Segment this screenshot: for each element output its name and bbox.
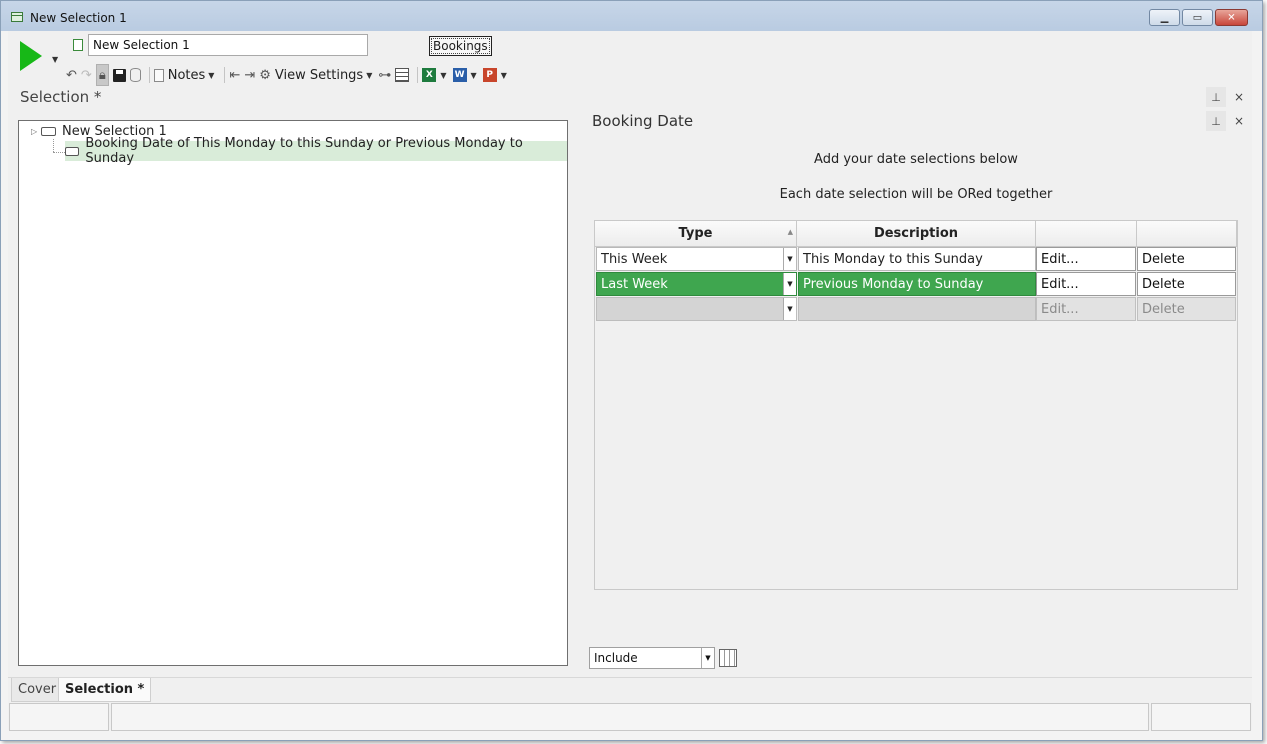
instruction-text: Add your date selections below (814, 152, 1018, 167)
pin-icon[interactable]: ⊥ (1206, 111, 1226, 131)
instruction-text: Each date selection will be ORed togethe… (779, 187, 1053, 202)
close-icon[interactable]: × (1229, 111, 1249, 131)
expand-icon[interactable]: ▷ (31, 127, 41, 136)
type-cell[interactable]: ▼ (596, 297, 797, 321)
redo-icon[interactable]: ↷ (81, 64, 92, 86)
maximize-button[interactable]: ▭ (1182, 9, 1213, 26)
type-dropdown-icon[interactable]: ▼ (783, 248, 796, 270)
close-icon[interactable]: × (1229, 87, 1249, 107)
selection-name-input[interactable] (88, 34, 368, 56)
edit-button[interactable]: Edit... (1036, 272, 1136, 296)
indent-icon[interactable]: ⇥ (244, 64, 255, 86)
booking-date-title: Booking Date (592, 112, 694, 130)
toolbar: ↶ ↷ 🔒︎ Notes ▼ ⇤ ⇥ ⚙ View Settings ▼ ⊶ X… (66, 64, 513, 86)
status-panel (111, 703, 1149, 731)
settings-icon[interactable]: ⚙ (259, 64, 271, 86)
document-icon (73, 39, 83, 51)
word-dropdown-icon[interactable]: ▼ (471, 71, 477, 80)
description-cell (798, 297, 1036, 321)
restore-icon: ▭ (1192, 12, 1203, 23)
column-header-delete[interactable] (1137, 221, 1237, 247)
powerpoint-dropdown-icon[interactable]: ▼ (501, 71, 507, 80)
view-settings-button[interactable]: View Settings (275, 68, 363, 83)
description-cell: Previous Monday to Sunday (798, 272, 1036, 296)
undo-icon[interactable]: ↶ (66, 64, 77, 86)
excel-icon[interactable]: X (422, 64, 437, 86)
tab-selection[interactable]: Selection * (58, 678, 152, 702)
minimize-icon: ▁ (1160, 12, 1169, 23)
window-controls: ▁ ▭ ✕ (1147, 9, 1248, 26)
edit-button[interactable]: Edit... (1036, 247, 1136, 271)
calendar-edit-icon[interactable] (719, 649, 737, 667)
description-cell: This Monday to this Sunday (798, 247, 1036, 271)
grid-icon[interactable] (395, 64, 410, 86)
view-settings-dropdown-icon[interactable]: ▼ (366, 71, 372, 80)
clipboard-icon[interactable] (153, 64, 164, 86)
selection-tree[interactable]: ▷ New Selection 1 Booking Date of This M… (18, 120, 568, 666)
column-header-description[interactable]: Description (797, 221, 1036, 247)
type-dropdown-icon[interactable]: ▼ (783, 298, 796, 320)
app-window: New Selection 1 ▁ ▭ ✕ ▼ Bookings ↶ ↷ 🔒︎ … (0, 0, 1263, 741)
type-cell[interactable]: Last Week ▼ (596, 272, 797, 296)
word-icon[interactable]: W (452, 64, 467, 86)
lock-icon[interactable]: 🔒︎ (95, 64, 109, 86)
delete-button[interactable]: Delete (1137, 247, 1236, 271)
window-icon (11, 12, 23, 22)
delete-button[interactable]: Delete (1137, 297, 1236, 321)
close-button[interactable]: ✕ (1215, 9, 1248, 26)
run-button[interactable] (20, 41, 42, 71)
excel-dropdown-icon[interactable]: ▼ (440, 71, 446, 80)
tab-bar: Cover Selection * (8, 677, 1252, 702)
type-dropdown-icon[interactable]: ▼ (783, 273, 796, 295)
tree-node-label: Booking Date of This Monday to this Sund… (85, 136, 523, 166)
column-header-type[interactable]: Type ▲ (595, 221, 797, 247)
notes-button[interactable]: Notes (168, 68, 206, 83)
tree-node-booking-date[interactable]: Booking Date of This Monday to this Sund… (65, 136, 567, 166)
toolbar-separator (148, 67, 150, 83)
database-icon[interactable] (129, 64, 141, 86)
delete-button[interactable]: Delete (1137, 272, 1236, 296)
include-select[interactable]: Include ▼ (589, 647, 715, 669)
bookings-button[interactable]: Bookings (429, 36, 492, 56)
tab-cover[interactable]: Cover (11, 678, 64, 702)
powerpoint-icon[interactable]: P (482, 64, 497, 86)
node-icon (41, 126, 56, 136)
selection-pane-title: Selection * (20, 88, 102, 106)
notes-dropdown-icon[interactable]: ▼ (208, 71, 214, 80)
chevron-down-icon[interactable]: ▼ (701, 648, 714, 668)
status-panel (1151, 703, 1251, 731)
status-panel (9, 703, 109, 731)
minimize-button[interactable]: ▁ (1149, 9, 1180, 26)
close-icon: ✕ (1227, 12, 1236, 23)
tree-connector (53, 152, 65, 153)
edit-button[interactable]: Edit... (1036, 297, 1136, 321)
node-icon (65, 146, 80, 156)
toolbar-separator (224, 67, 226, 83)
hierarchy-icon[interactable]: ⊶ (378, 64, 391, 86)
pin-icon[interactable]: ⊥ (1206, 87, 1226, 107)
client-area: ▼ Bookings ↶ ↷ 🔒︎ Notes ▼ ⇤ ⇥ ⚙ View Set… (8, 31, 1252, 731)
title-bar[interactable]: New Selection 1 ▁ ▭ ✕ (1, 1, 1262, 31)
date-selections-grid: Type ▲ Description This Week ▼ This Mond… (594, 220, 1238, 590)
sort-icon: ▲ (787, 228, 793, 236)
window-title: New Selection 1 (30, 11, 127, 25)
type-cell[interactable]: This Week ▼ (596, 247, 797, 271)
save-icon[interactable] (112, 64, 126, 86)
run-dropdown-icon[interactable]: ▼ (52, 55, 58, 64)
outdent-icon[interactable]: ⇤ (229, 64, 240, 86)
toolbar-separator (417, 67, 419, 83)
column-header-edit[interactable] (1036, 221, 1137, 247)
tree-connector (53, 139, 54, 152)
